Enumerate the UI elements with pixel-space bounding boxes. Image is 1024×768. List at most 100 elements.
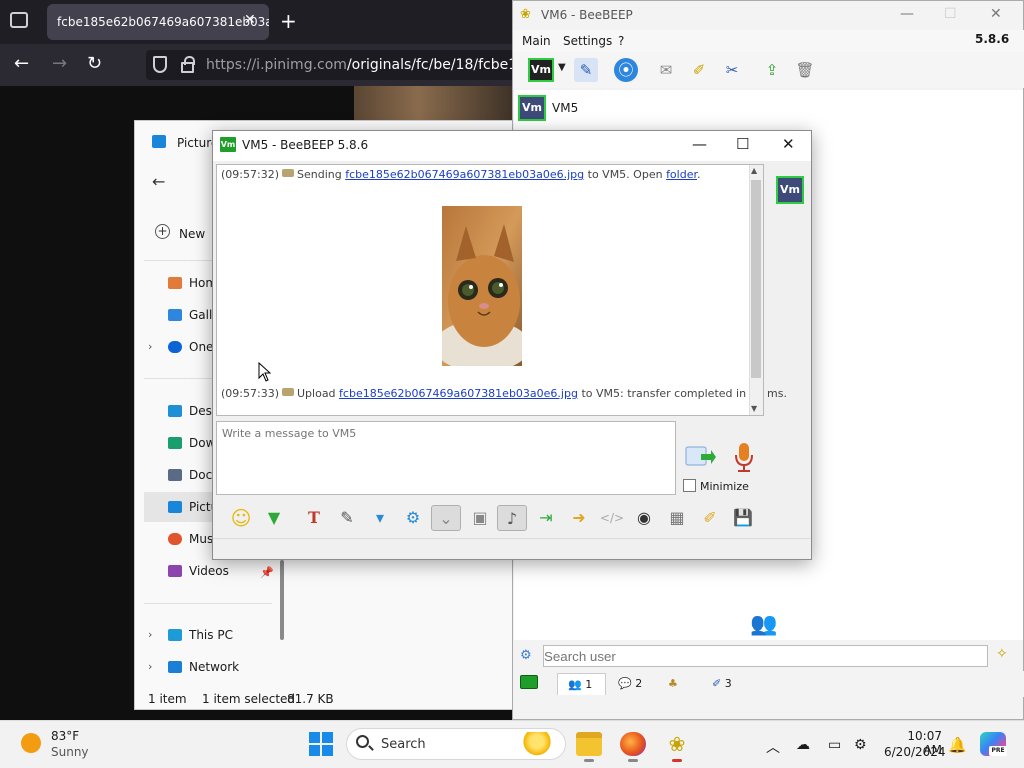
send-file-icon[interactable]: ⇥ — [533, 505, 559, 531]
user-avatar[interactable]: Vm — [518, 95, 546, 121]
clear-search-icon[interactable]: ✧ — [996, 646, 1008, 662]
minimize-checkbox[interactable] — [683, 479, 696, 492]
pin-icon[interactable]: 📌 — [260, 566, 274, 579]
clear-chat-icon[interactable]: ▦ — [664, 505, 690, 531]
weather-temperature[interactable]: 83°F — [51, 729, 79, 743]
search-user-input[interactable] — [543, 645, 988, 667]
send-message-icon[interactable] — [685, 444, 717, 470]
monitor-icon[interactable]: ▭ — [828, 737, 841, 753]
gear-icon[interactable]: ⚙ — [520, 648, 532, 663]
tab-list-icon[interactable] — [10, 12, 28, 28]
close-icon[interactable]: ✕ — [990, 6, 1002, 22]
cat-image-preview[interactable] — [442, 206, 522, 366]
file-link[interactable]: fcbe185e62b067469a607381eb03a0e6.jpg — [339, 387, 578, 400]
divider — [144, 603, 272, 604]
message-input[interactable] — [216, 421, 676, 495]
explorer-back-icon[interactable]: ← — [152, 172, 165, 191]
users-group-icon: 👥 — [750, 612, 778, 637]
save-chat-icon[interactable]: ▣ — [467, 505, 493, 531]
tab-chats[interactable]: 💬 2 — [612, 673, 662, 695]
tab-users[interactable]: 👥 1 — [557, 673, 606, 695]
monitor-icon[interactable] — [520, 675, 538, 689]
shield-icon[interactable] — [153, 56, 167, 73]
close-tab-icon[interactable]: ✕ — [244, 12, 256, 28]
notepad-icon[interactable]: ✐ — [687, 58, 711, 82]
filter-icon[interactable]: ▾ — [367, 505, 393, 531]
maximize-icon[interactable]: ☐ — [736, 135, 749, 153]
taskbar-search-label[interactable]: Search — [381, 737, 426, 752]
trash-icon[interactable]: 🗑 — [793, 58, 817, 82]
open-folder-link[interactable]: folder — [666, 168, 697, 181]
status-vm-button[interactable]: Vm — [528, 58, 554, 82]
notification-bell-icon[interactable]: 🔔 — [948, 736, 967, 754]
scrollbar-thumb[interactable] — [751, 180, 761, 378]
forward-icon[interactable]: → — [52, 53, 67, 74]
sun-icon[interactable] — [21, 733, 41, 753]
chat-member-avatar[interactable]: Vm — [776, 176, 804, 204]
reload-icon[interactable]: ↻ — [87, 53, 102, 74]
lock-icon[interactable] — [181, 56, 195, 73]
status-selected: 1 item selected — [202, 692, 296, 706]
network-broadcast-icon[interactable]: ⦿ — [614, 58, 638, 82]
new-tab-icon[interactable]: + — [280, 9, 297, 33]
send-folder-icon[interactable]: ➜ — [566, 505, 592, 531]
scroll-down-icon[interactable]: ▼ — [751, 404, 757, 413]
back-icon[interactable]: ← — [14, 53, 29, 74]
chevron-right-icon[interactable]: › — [148, 628, 152, 641]
save-icon[interactable]: 💾 — [730, 505, 756, 531]
firefox-icon[interactable] — [620, 732, 646, 756]
new-button[interactable]: New — [179, 227, 205, 241]
tools-icon[interactable]: ✂ — [720, 58, 744, 82]
user-name[interactable]: VM5 — [552, 101, 578, 115]
menu-settings[interactable]: Settings — [563, 34, 612, 48]
file-share-icon[interactable]: ⇪ — [760, 58, 784, 82]
browser-tab[interactable]: fcbe185e62b067469a607381eb03a0e6.jpg — [47, 4, 269, 40]
chevron-up-icon[interactable]: ︿ — [766, 737, 780, 757]
screenshot-icon[interactable]: ◉ — [631, 505, 657, 531]
font-icon[interactable]: T — [301, 505, 327, 531]
chevron-right-icon[interactable]: › — [148, 660, 152, 673]
file-explorer-icon[interactable] — [576, 732, 602, 756]
chevron-right-icon[interactable]: › — [148, 340, 152, 353]
nav-item-label: Network — [189, 660, 240, 674]
minimize-icon[interactable]: — — [900, 6, 914, 22]
mail-icon[interactable]: ✉ — [654, 58, 678, 82]
explorer-scrollbar[interactable] — [280, 560, 284, 640]
scroll-up-icon[interactable]: ▲ — [751, 166, 757, 175]
emoticon-icon[interactable]: ☺ — [228, 505, 254, 531]
windows-start-icon[interactable] — [309, 732, 333, 756]
tab-files[interactable]: ✐ 3 — [706, 673, 750, 695]
microphone-icon[interactable] — [732, 441, 756, 473]
chevron-down-icon[interactable]: ▼ — [558, 62, 566, 73]
cloud-offline-icon[interactable]: ☁ — [796, 737, 810, 753]
nav-item-this-pc[interactable]: › This PC — [144, 620, 278, 650]
weather-condition[interactable]: Sunny — [51, 745, 89, 759]
minimize-icon[interactable]: — — [692, 135, 707, 153]
users-icon: 👥 — [568, 678, 582, 691]
clock-date[interactable]: 6/20/2024 — [884, 745, 946, 759]
close-icon[interactable]: ✕ — [782, 135, 795, 153]
html-icon[interactable]: </> — [599, 505, 625, 531]
file-link[interactable]: fcbe185e62b067469a607381eb03a0e6.jpg — [345, 168, 584, 181]
nav-item-videos[interactable]: Videos — [144, 556, 278, 586]
tab-groups[interactable]: ♣ — [666, 673, 690, 695]
url-text[interactable]: https://i.pinimg.com/originals/fc/be/18/… — [206, 57, 515, 73]
edit-profile-icon[interactable]: ✎ — [574, 58, 598, 82]
notepad-icon[interactable]: ✐ — [697, 505, 723, 531]
menu-main[interactable]: Main — [522, 34, 551, 48]
url-path: /originals/fc/be/18/fcbe185e62b067469a60… — [346, 57, 515, 73]
message-time: (09:57:33) — [221, 387, 279, 400]
chat-message-upload: (09:57:33) Upload fcbe185e62b067469a60738… — [221, 387, 787, 400]
nav-item-label: This PC — [189, 628, 233, 642]
maximize-icon[interactable]: ☐ — [944, 6, 957, 22]
home-icon — [168, 277, 182, 289]
emoji-menu-icon[interactable]: ▼ — [261, 505, 287, 531]
settings-gears-icon[interactable]: ⚙ — [400, 505, 426, 531]
font-color-icon[interactable]: ✎ — [334, 505, 360, 531]
beebeep-taskbar-icon[interactable]: ❀ — [664, 732, 690, 756]
nav-item-network[interactable]: › Network — [144, 652, 278, 682]
menu-help[interactable]: ? — [618, 34, 624, 48]
network-status-icon[interactable]: ⚙ — [854, 737, 867, 753]
enter-to-send-icon[interactable]: ⌄ — [431, 505, 461, 531]
sound-icon[interactable]: ♪ — [497, 505, 527, 531]
